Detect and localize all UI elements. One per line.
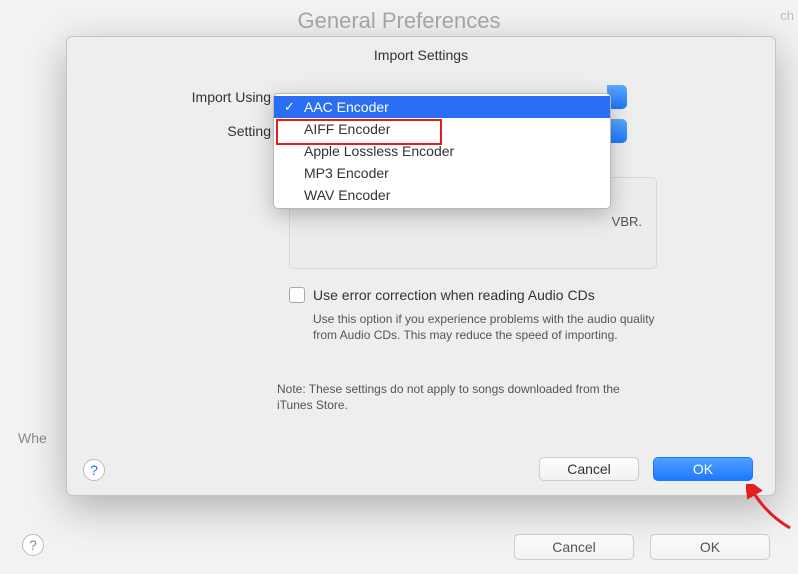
note-text: Note: These settings do not apply to son… (277, 381, 657, 413)
ok-button[interactable]: OK (653, 457, 753, 481)
cancel-button[interactable]: Cancel (539, 457, 639, 481)
check-icon: ✓ (284, 99, 295, 115)
import-using-dropdown[interactable]: ✓ AAC Encoder AIFF Encoder Apple Lossles… (273, 93, 611, 209)
dropdown-option-lossless[interactable]: Apple Lossless Encoder (274, 140, 610, 162)
error-correction-row[interactable]: Use error correction when reading Audio … (289, 287, 689, 303)
import-using-label: Import Using (67, 89, 277, 105)
bg-title: General Preferences (298, 8, 501, 34)
error-correction-desc: Use this option if you experience proble… (313, 311, 673, 343)
vbr-text: VBR. (612, 214, 642, 229)
setting-label: Setting (67, 123, 277, 139)
dropdown-option-mp3[interactable]: MP3 Encoder (274, 162, 610, 184)
dropdown-option-label: WAV Encoder (304, 187, 390, 203)
dialog-help-button[interactable]: ? (83, 459, 105, 481)
dropdown-option-wav[interactable]: WAV Encoder (274, 184, 610, 206)
dropdown-option-aac[interactable]: ✓ AAC Encoder (274, 96, 610, 118)
search-fragment: ch (780, 8, 794, 23)
clipped-label: Whe (18, 430, 47, 446)
import-settings-dialog: Import Settings Import Using Setting VBR… (66, 36, 776, 496)
dropdown-option-label: MP3 Encoder (304, 165, 389, 181)
error-correction-checkbox[interactable] (289, 287, 305, 303)
bg-ok-button[interactable]: OK (650, 534, 770, 560)
dropdown-option-label: AIFF Encoder (304, 121, 390, 137)
dropdown-option-label: Apple Lossless Encoder (304, 143, 454, 159)
bg-cancel-button[interactable]: Cancel (514, 534, 634, 560)
dropdown-option-aiff[interactable]: AIFF Encoder (274, 118, 610, 140)
error-correction-label: Use error correction when reading Audio … (313, 287, 595, 303)
dropdown-option-label: AAC Encoder (304, 99, 389, 115)
help-button[interactable]: ? (22, 534, 44, 556)
dialog-title: Import Settings (67, 37, 775, 79)
